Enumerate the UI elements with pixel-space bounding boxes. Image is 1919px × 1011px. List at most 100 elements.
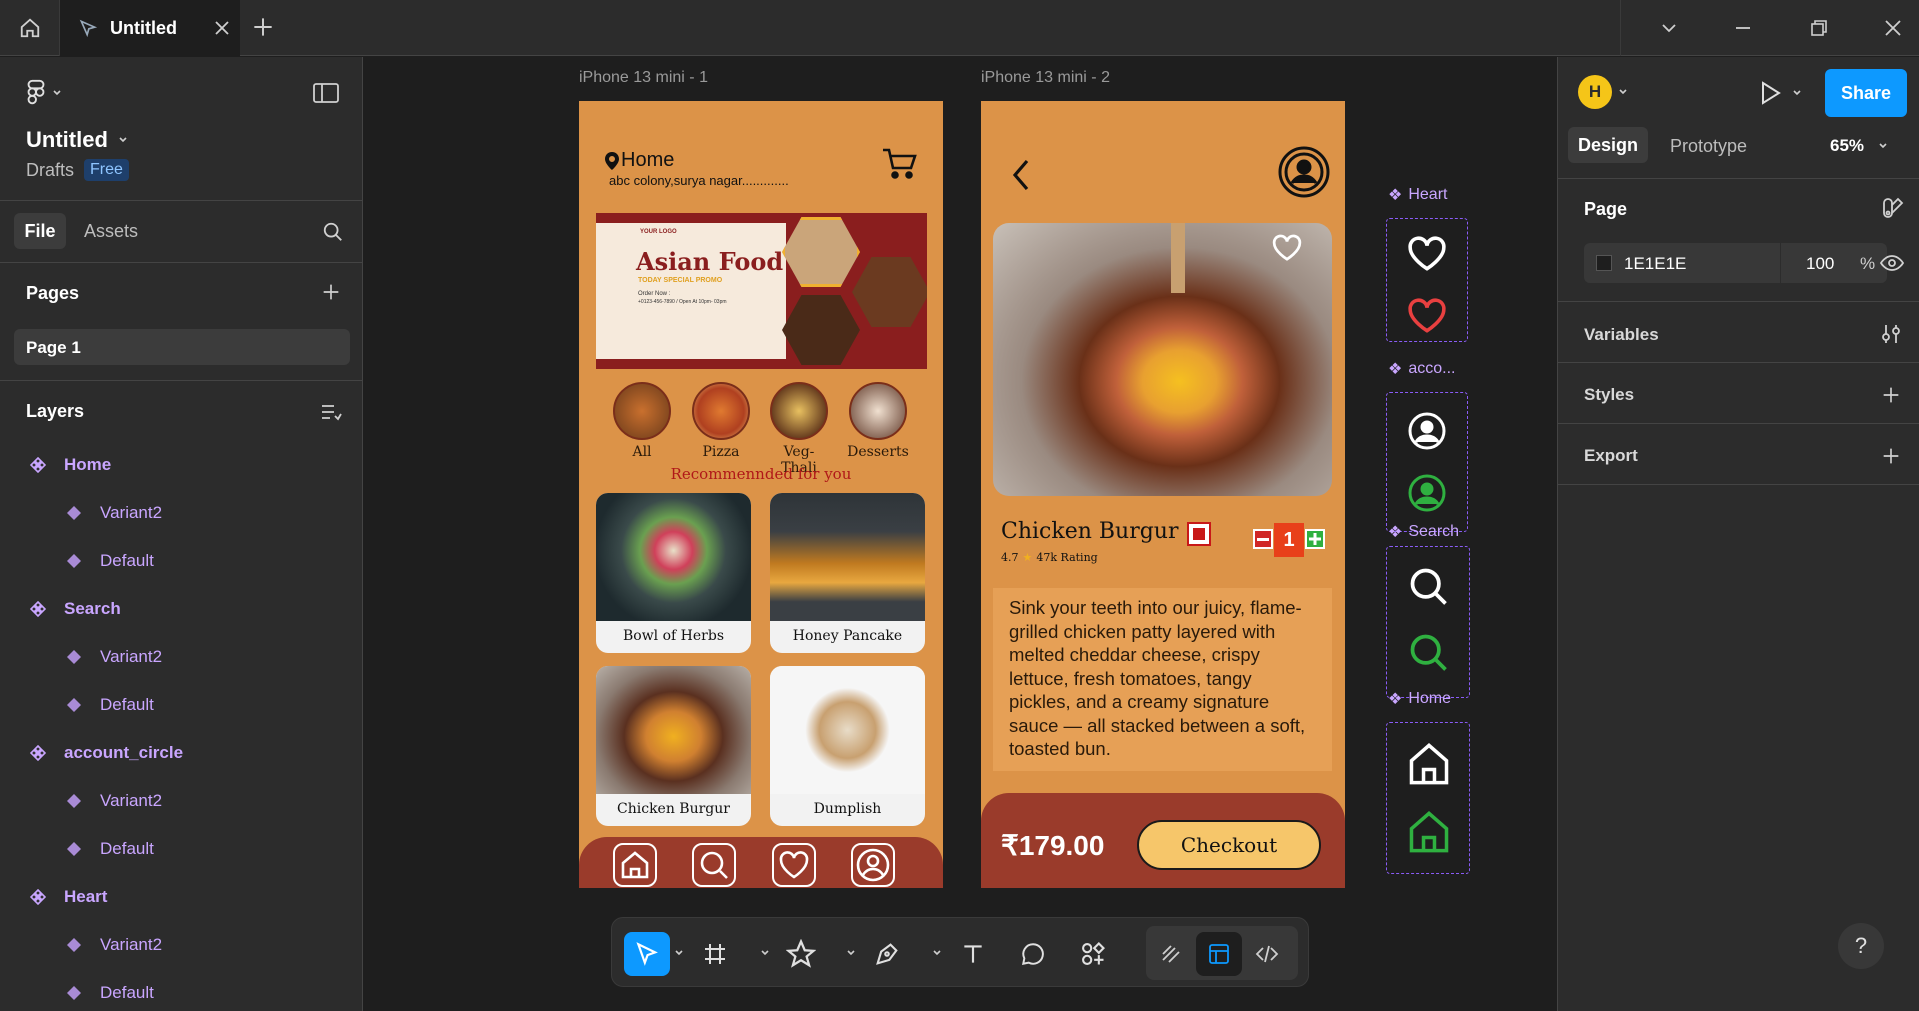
product-image[interactable] <box>993 223 1332 496</box>
heart-icon[interactable] <box>1406 235 1448 273</box>
nav-search[interactable] <box>692 843 736 887</box>
layer-search-variant2[interactable]: Variant2 <box>66 647 162 667</box>
tab-file[interactable]: File <box>14 213 66 249</box>
search-icon[interactable] <box>1407 565 1451 609</box>
item-card-honey-pancake[interactable]: Honey Pancake <box>770 493 925 653</box>
add-export-icon[interactable] <box>1880 445 1902 467</box>
chevron-down-icon[interactable] <box>674 948 684 958</box>
chevron-down-icon[interactable] <box>846 948 856 958</box>
chevron-down-icon[interactable] <box>760 948 770 958</box>
layer-search-default[interactable]: Default <box>66 695 154 715</box>
frame1-label[interactable]: iPhone 13 mini - 1 <box>579 69 708 87</box>
page-settings-icon[interactable] <box>1882 197 1904 219</box>
pen-tool[interactable] <box>864 932 910 976</box>
item-card-chicken-burgur[interactable]: Chicken Burgur <box>596 666 751 826</box>
layer-home[interactable]: Home <box>30 455 111 475</box>
layer-search[interactable]: Search <box>30 599 121 619</box>
color-swatch[interactable] <box>1596 255 1612 271</box>
frame-home[interactable]: Home abc colony,surya nagar.............… <box>579 101 943 888</box>
home-button[interactable] <box>0 0 60 56</box>
variables-icon[interactable] <box>1880 323 1902 345</box>
sidebar-toggle-icon[interactable] <box>313 83 339 103</box>
layer-account-circle[interactable]: account_circle <box>30 743 183 763</box>
layer-account-variant2[interactable]: Variant2 <box>66 791 162 811</box>
nav-home[interactable] <box>613 843 657 887</box>
comment-tool[interactable] <box>1010 932 1056 976</box>
nav-account[interactable] <box>851 843 895 887</box>
tab-prototype[interactable]: Prototype <box>1670 136 1747 157</box>
home-icon[interactable] <box>1407 741 1451 787</box>
account-circle-icon[interactable] <box>1407 411 1447 451</box>
close-tab-icon[interactable] <box>214 20 230 36</box>
main-menu-button[interactable] <box>26 79 62 107</box>
account-circle-icon[interactable] <box>1277 145 1331 199</box>
home-green-icon[interactable] <box>1407 809 1451 855</box>
move-tool[interactable] <box>624 932 670 976</box>
item-card-dumplish[interactable]: Dumplish <box>770 666 925 826</box>
share-button[interactable]: Share <box>1825 69 1907 117</box>
heart-red-icon[interactable] <box>1406 297 1448 335</box>
layer-home-default[interactable]: Default <box>66 551 154 571</box>
cart-icon[interactable] <box>881 147 917 181</box>
search-green-icon[interactable] <box>1407 631 1451 675</box>
category-pizza[interactable]: Pizza <box>690 382 752 460</box>
eye-icon[interactable] <box>1880 253 1904 273</box>
category-desserts[interactable]: Desserts <box>847 382 909 460</box>
tab-design[interactable]: Design <box>1568 127 1648 163</box>
component-account-label[interactable]: ❖ acco... <box>1388 359 1455 379</box>
help-button[interactable]: ? <box>1838 923 1884 969</box>
draw-mode[interactable] <box>1148 932 1194 976</box>
add-style-icon[interactable] <box>1880 384 1902 406</box>
zoom-control[interactable]: 65% <box>1830 136 1888 156</box>
back-arrow-icon[interactable] <box>1011 159 1031 191</box>
file-name-button[interactable]: Untitled <box>26 127 128 153</box>
file-tab[interactable]: Untitled <box>60 0 240 56</box>
component-set-account[interactable] <box>1386 392 1468 532</box>
layer-account-default[interactable]: Default <box>66 839 154 859</box>
page-color-field[interactable]: 1E1E1E 100 % <box>1584 243 1887 283</box>
chevron-down-icon[interactable] <box>1659 18 1679 38</box>
layer-heart[interactable]: Heart <box>30 887 107 907</box>
layer-heart-variant2[interactable]: Variant2 <box>66 935 162 955</box>
shape-tool[interactable] <box>778 932 824 976</box>
frame-tool[interactable] <box>692 932 738 976</box>
page-opacity[interactable]: 100 <box>1806 254 1834 274</box>
present-button[interactable] <box>1760 81 1802 105</box>
tab-assets[interactable]: Assets <box>84 221 138 242</box>
user-menu[interactable]: H <box>1578 75 1628 109</box>
component-set-heart[interactable] <box>1386 218 1468 342</box>
promo-banner[interactable]: YOUR LOGO Asian Food TODAY SPECIAL PROMO… <box>596 213 927 369</box>
restore-icon[interactable] <box>1809 18 1829 38</box>
increase-quantity-button[interactable] <box>1305 529 1325 549</box>
component-heart-label[interactable]: ❖ Heart <box>1388 185 1447 205</box>
design-mode[interactable] <box>1196 932 1242 976</box>
search-icon[interactable] <box>322 221 344 243</box>
page-item-page-1[interactable]: Page 1 <box>14 329 350 365</box>
new-tab-icon[interactable] <box>250 14 276 40</box>
account-circle-green-icon[interactable] <box>1407 473 1447 513</box>
layer-heart-default[interactable]: Default <box>66 983 154 1003</box>
component-set-home[interactable] <box>1386 722 1470 874</box>
layer-options-icon[interactable] <box>320 403 342 423</box>
component-home-label[interactable]: ❖ Home <box>1388 689 1451 709</box>
canvas[interactable]: iPhone 13 mini - 1 iPhone 13 mini - 2 Ho… <box>364 57 1556 1011</box>
layer-home-variant2[interactable]: Variant2 <box>66 503 162 523</box>
frame-detail[interactable]: Chicken Burgur 4.7 ★ 47k Rating 1 Sink y… <box>981 101 1345 888</box>
actions-tool[interactable] <box>1070 932 1116 976</box>
heart-icon[interactable] <box>1271 233 1303 263</box>
close-window-icon[interactable] <box>1883 18 1903 38</box>
add-page-icon[interactable] <box>320 281 342 303</box>
item-card-bowl-of-herbs[interactable]: Bowl of Herbs <box>596 493 751 653</box>
minimize-icon[interactable] <box>1733 18 1753 38</box>
component-search-label[interactable]: ❖ Search <box>1388 522 1459 542</box>
dev-mode[interactable] <box>1244 932 1290 976</box>
page-color-hex[interactable]: 1E1E1E <box>1624 254 1686 274</box>
component-set-search[interactable] <box>1386 546 1470 698</box>
category-veg-thali[interactable]: Veg-Thali <box>768 382 830 476</box>
frame2-label[interactable]: iPhone 13 mini - 2 <box>981 69 1110 87</box>
category-all[interactable]: All <box>611 382 673 460</box>
text-tool[interactable] <box>950 932 996 976</box>
nav-favorites[interactable] <box>772 843 816 887</box>
chevron-down-icon[interactable] <box>932 948 942 958</box>
checkout-button[interactable]: Checkout <box>1137 820 1321 870</box>
